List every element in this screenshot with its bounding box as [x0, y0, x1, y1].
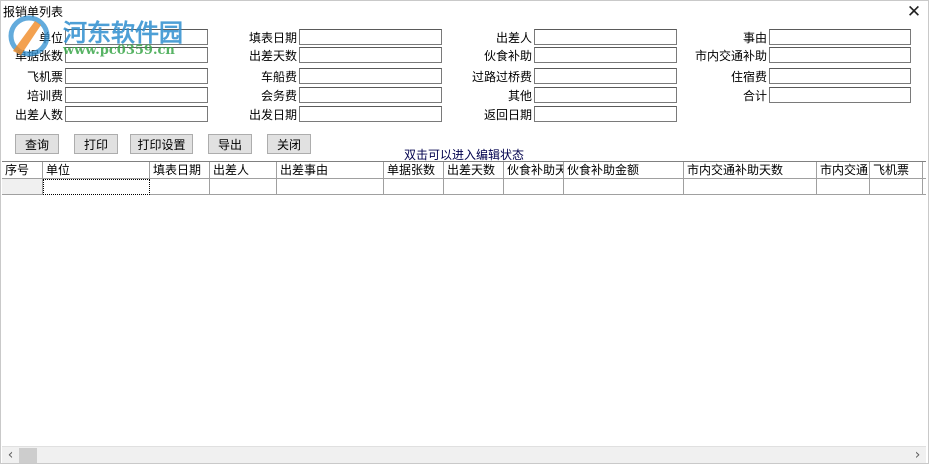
- vehicle-fee-field[interactable]: [299, 68, 442, 84]
- traveler-count-field[interactable]: [65, 106, 208, 122]
- column-header-travel-days[interactable]: 出差天数: [444, 162, 504, 179]
- column-header-traveler[interactable]: 出差人: [210, 162, 277, 179]
- report-list-window: 报销单列表 ✕ 单位 单据张数 飞机票 培训费 出差人数 填表日期 出差天数 车…: [0, 0, 929, 464]
- reason-field[interactable]: [769, 29, 911, 45]
- table-cell[interactable]: [870, 179, 923, 195]
- label-toll-fee: 过路过桥费: [471, 70, 532, 84]
- label-travel-days: 出差天数: [248, 49, 297, 63]
- scrollbar-thumb[interactable]: [19, 448, 37, 463]
- table-cell-selected[interactable]: [43, 179, 150, 195]
- label-unit: 单位: [38, 31, 63, 45]
- label-return-date: 返回日期: [483, 108, 532, 122]
- arrow-left-icon[interactable]: ‹: [2, 447, 19, 463]
- column-header-doc-count[interactable]: 单据张数: [384, 162, 444, 179]
- meal-allowance-field[interactable]: [534, 47, 677, 63]
- table-cell[interactable]: [384, 179, 444, 195]
- unit-field[interactable]: [65, 29, 208, 45]
- label-meal-allowance: 伙食补助: [483, 49, 532, 63]
- table-cell[interactable]: [923, 179, 926, 195]
- column-header-reason[interactable]: 出差事由: [277, 162, 384, 179]
- label-city-transport: 市内交通补助: [694, 49, 767, 63]
- training-fee-field[interactable]: [65, 87, 208, 103]
- table-cell[interactable]: [277, 179, 384, 195]
- table-row-index-cell[interactable]: [2, 179, 43, 195]
- travel-days-field[interactable]: [299, 47, 442, 63]
- table-cell[interactable]: [564, 179, 684, 195]
- label-other: 其他: [507, 89, 532, 103]
- label-vehicle-fee: 车船费: [260, 70, 297, 84]
- fill-date-field[interactable]: [299, 29, 442, 45]
- label-meeting-fee: 会务费: [260, 89, 297, 103]
- table-cell[interactable]: [504, 179, 564, 195]
- table-cell[interactable]: [150, 179, 210, 195]
- label-fill-date: 填表日期: [248, 31, 297, 45]
- column-header-meal-amount[interactable]: 伙食补助金额: [564, 162, 684, 179]
- traveler-field[interactable]: [534, 29, 677, 45]
- column-header-air-ticket[interactable]: 飞机票: [870, 162, 923, 179]
- query-button[interactable]: 查询: [15, 134, 59, 154]
- print-button[interactable]: 打印: [74, 134, 118, 154]
- label-traveler: 出差人: [495, 31, 532, 45]
- table-cell[interactable]: [684, 179, 817, 195]
- label-training-fee: 培训费: [26, 89, 63, 103]
- table-cell[interactable]: [444, 179, 504, 195]
- column-header-index[interactable]: 序号: [2, 162, 43, 179]
- column-header-unit[interactable]: 单位: [43, 162, 150, 179]
- label-lodging-fee: 住宿费: [730, 70, 767, 84]
- city-transport-field[interactable]: [769, 47, 911, 63]
- label-total: 合计: [742, 89, 767, 103]
- close-button[interactable]: 关闭: [267, 134, 311, 154]
- label-reason: 事由: [742, 31, 767, 45]
- total-field[interactable]: [769, 87, 911, 103]
- horizontal-scrollbar[interactable]: ‹ ›: [2, 446, 926, 463]
- column-header-meal-days[interactable]: 伙食补助天: [504, 162, 564, 179]
- label-air-ticket: 飞机票: [26, 70, 63, 84]
- doc-count-field[interactable]: [65, 47, 208, 63]
- column-header-city-transport-days[interactable]: 市内交通补助天数: [684, 162, 817, 179]
- label-depart-date: 出发日期: [248, 108, 297, 122]
- table-cell[interactable]: [817, 179, 870, 195]
- label-doc-count: 单据张数: [14, 49, 63, 63]
- window-title: 报销单列表: [3, 5, 64, 19]
- other-field[interactable]: [534, 87, 677, 103]
- column-header-vehicle[interactable]: 车: [923, 162, 926, 179]
- meeting-fee-field[interactable]: [299, 87, 442, 103]
- table-cell[interactable]: [210, 179, 277, 195]
- export-button[interactable]: 导出: [208, 134, 252, 154]
- column-header-city-transport[interactable]: 市内交通: [817, 162, 870, 179]
- toll-fee-field[interactable]: [534, 68, 677, 84]
- arrow-right-icon[interactable]: ›: [909, 447, 926, 463]
- lodging-fee-field[interactable]: [769, 68, 911, 84]
- close-icon[interactable]: ✕: [906, 4, 922, 21]
- label-traveler-count: 出差人数: [14, 108, 63, 122]
- column-header-fill-date[interactable]: 填表日期: [150, 162, 210, 179]
- depart-date-field[interactable]: [299, 106, 442, 122]
- print-settings-button[interactable]: 打印设置: [130, 134, 193, 154]
- return-date-field[interactable]: [534, 106, 677, 122]
- air-ticket-field[interactable]: [65, 68, 208, 84]
- data-grid[interactable]: 序号 单位 填表日期 出差人 出差事由 单据张数 出差天数 伙食补助天 伙食补助…: [2, 161, 926, 447]
